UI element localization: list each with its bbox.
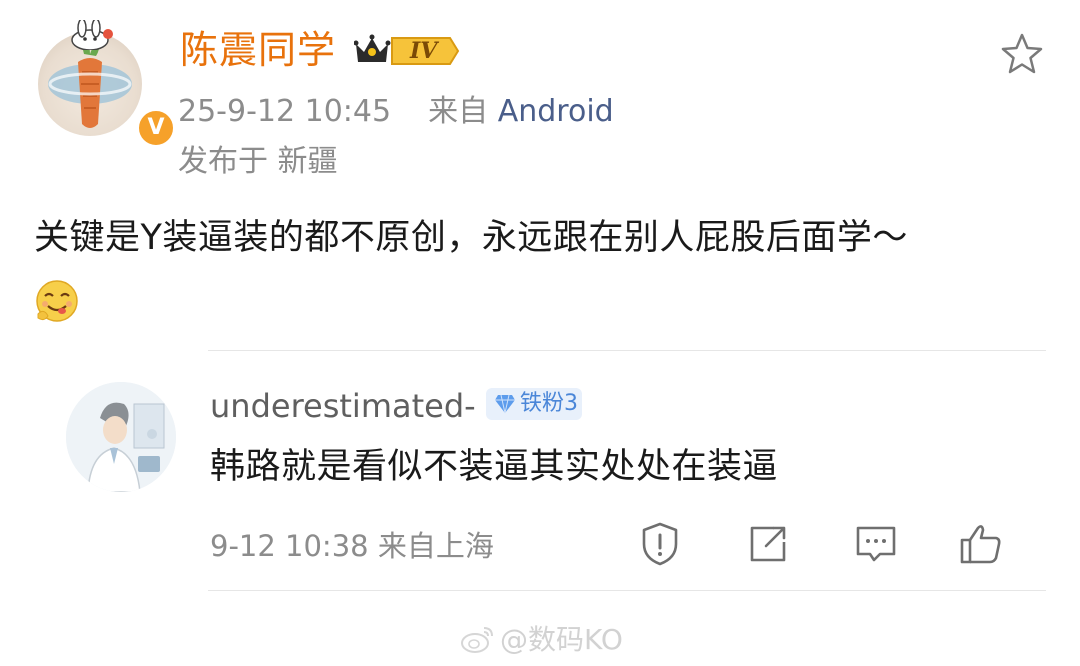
crown-level-icon xyxy=(353,34,460,65)
watermark: @数码KO xyxy=(460,620,623,660)
bunny-sticker-icon xyxy=(71,20,113,50)
share-icon xyxy=(750,526,786,562)
bottom-divider xyxy=(208,590,1046,591)
post-meta: 25-9-12 10:45 来自 Android xyxy=(178,92,614,132)
like-button[interactable] xyxy=(956,520,1004,568)
weibo-logo-icon xyxy=(461,627,493,653)
level-badge-label: IV xyxy=(410,38,438,64)
reply-content: 韩路就是看似不装逼其实处处在装逼 xyxy=(210,447,779,487)
fan-badge-label: 铁粉3 xyxy=(520,391,578,416)
post-location: 发布于 新疆 xyxy=(178,144,338,179)
verified-badge-icon: V xyxy=(136,108,176,148)
source-link[interactable]: Android xyxy=(498,94,614,129)
yummy-emoji-icon xyxy=(36,280,78,322)
comment-divider xyxy=(208,350,1046,351)
favorite-button[interactable] xyxy=(998,30,1046,78)
watermark-text: @数码KO xyxy=(500,623,623,656)
author-avatar[interactable]: V xyxy=(34,20,176,148)
share-button[interactable] xyxy=(744,520,792,568)
thumbs-up-icon xyxy=(960,525,1001,564)
report-button[interactable] xyxy=(636,520,684,568)
reply-meta: 9-12 10:38 来自上海 xyxy=(210,529,494,563)
reply-author-name[interactable]: underestimated- xyxy=(210,384,476,428)
diamond-icon xyxy=(495,394,515,414)
fan-badge[interactable]: 铁粉3 xyxy=(486,388,582,420)
star-outline-icon xyxy=(1001,33,1043,74)
level-badge[interactable]: IV xyxy=(353,32,460,70)
source-prefix: 来自 xyxy=(428,94,489,129)
post-content: 关键是Y装逼装的都不原创，永远跟在别人屁股后面学～ xyxy=(34,218,908,258)
comment-button[interactable] xyxy=(852,520,900,568)
warning-icon xyxy=(642,522,678,566)
doctor-avatar-illustration xyxy=(66,382,176,492)
post-author-name[interactable]: 陈震同学 xyxy=(180,26,336,74)
comment-icon xyxy=(856,526,896,562)
reply-author-avatar[interactable] xyxy=(66,382,176,492)
post-time: 25-9-12 10:45 xyxy=(178,94,392,129)
